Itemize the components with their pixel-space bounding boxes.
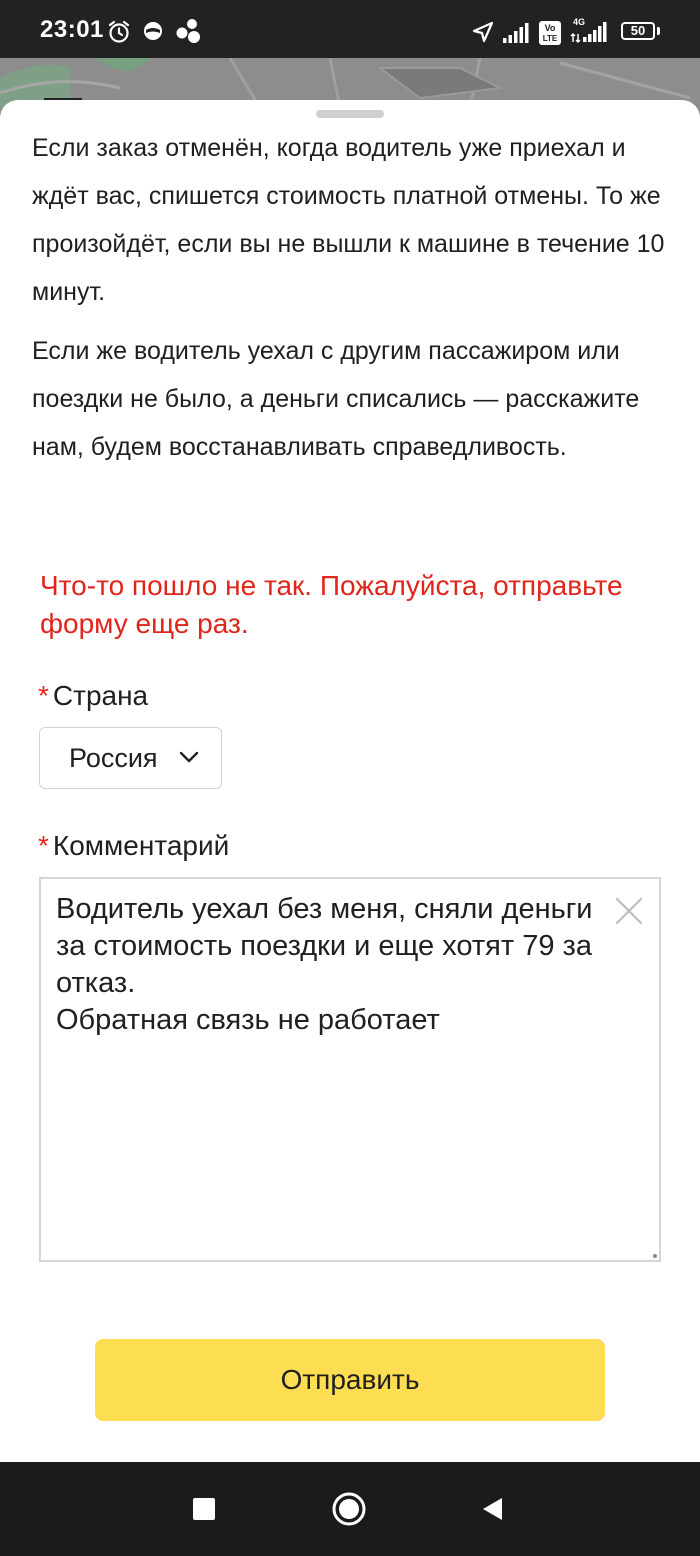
alarm-icon	[108, 20, 130, 43]
home-icon[interactable]	[331, 1491, 367, 1527]
comment-label-text: Комментарий	[52, 830, 230, 861]
chevron-down-icon	[179, 751, 199, 763]
error-message: Что-то пошло не так. Пожалуйста, отправь…	[40, 570, 623, 639]
location-arrow-icon	[472, 21, 494, 43]
svg-text:4G: 4G	[573, 17, 585, 27]
comment-label: * Комментарий	[38, 830, 229, 862]
country-select-value: Россия	[69, 742, 158, 773]
app-notification-icon	[144, 22, 162, 40]
recent-apps-icon[interactable]	[192, 1497, 216, 1521]
sheet-grabber[interactable]	[316, 110, 384, 118]
clear-icon[interactable]	[614, 896, 644, 926]
status-bar: 23:01 Vo LTE 4G 50	[0, 0, 700, 58]
comment-textarea-value[interactable]: Водитель уехал без меня, сняли деньги за…	[56, 891, 596, 1039]
country-label: * Страна	[38, 680, 148, 712]
signal-icon	[503, 23, 529, 43]
resize-handle[interactable]	[653, 1254, 657, 1258]
back-icon[interactable]	[480, 1496, 504, 1522]
required-mark: *	[38, 830, 49, 861]
battery-icon: 50	[621, 22, 655, 40]
country-label-text: Страна	[52, 680, 149, 711]
comment-textarea[interactable]: Водитель уехал без меня, сняли деньги за…	[39, 877, 661, 1262]
info-paragraph-2: Если же водитель уехал с другим пассажир…	[32, 337, 640, 461]
submit-button[interactable]: Отправить	[95, 1339, 605, 1421]
volte-icon: Vo LTE	[539, 21, 561, 45]
bottom-sheet: Если заказ отменён, когда водитель уже п…	[0, 100, 700, 1462]
screen: 23:01 Vo LTE 4G 50 Если заказ отменён, к…	[0, 0, 700, 1556]
status-time: 23:01	[40, 16, 104, 43]
battery-nub	[657, 27, 660, 35]
svg-text:LTE: LTE	[543, 34, 558, 43]
svg-text:Vo: Vo	[545, 23, 556, 33]
signal-4g-icon: 4G	[570, 17, 607, 44]
required-mark: *	[38, 680, 49, 711]
country-select[interactable]: Россия	[39, 727, 222, 789]
info-paragraph-1: Если заказ отменён, когда водитель уже п…	[32, 134, 665, 306]
dots-cluster-icon	[176, 19, 200, 43]
system-nav-bar	[0, 1462, 700, 1556]
